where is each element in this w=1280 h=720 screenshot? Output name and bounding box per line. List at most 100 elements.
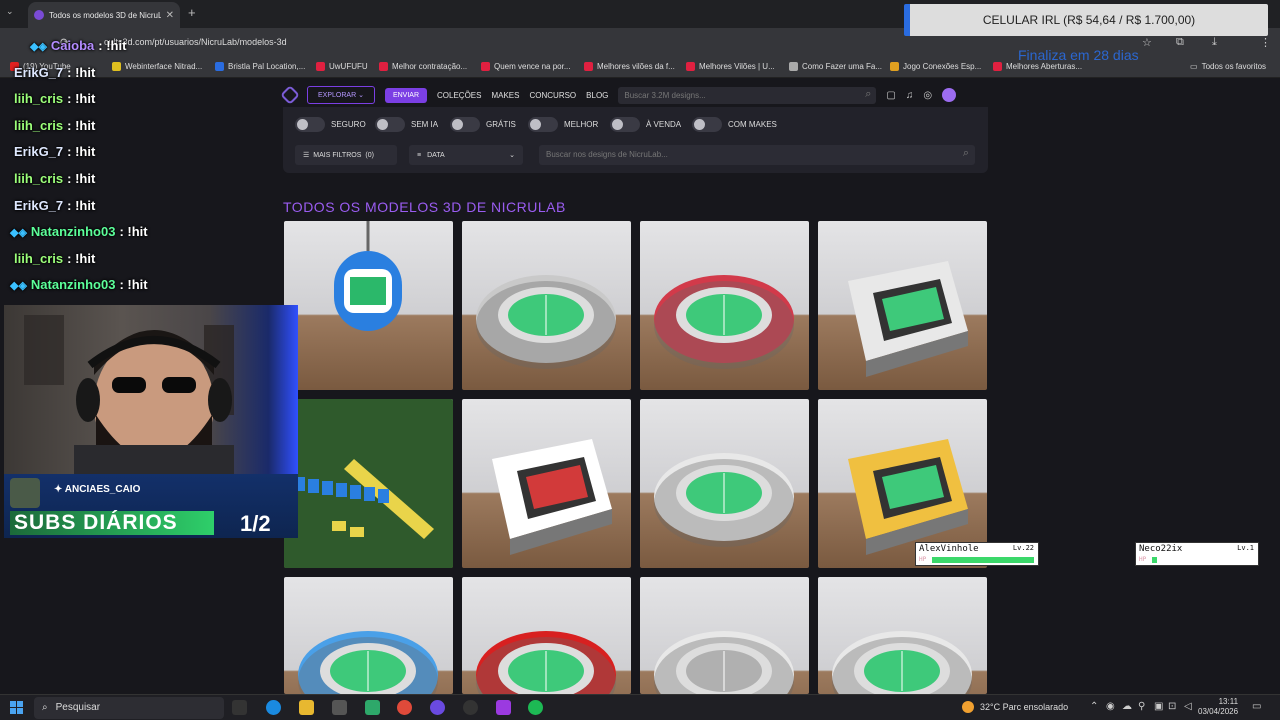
sort-select[interactable]: ≡ DATA ⌄: [409, 145, 523, 165]
model-thumbnail: [462, 221, 631, 390]
bookmark-item[interactable]: Quem vence na por...: [481, 62, 571, 71]
chat-text: : !hit: [98, 38, 127, 53]
notification-bell-icon[interactable]: ♫: [906, 90, 914, 101]
model-card[interactable]: [284, 399, 453, 568]
taskbar-search-input[interactable]: ⌕ Pesquisar: [34, 697, 224, 719]
obs-icon[interactable]: [430, 700, 445, 715]
sun-icon: [962, 701, 974, 713]
cart-icon[interactable]: ▢: [886, 90, 895, 101]
tray-app-icon[interactable]: ▣: [1154, 701, 1163, 712]
bookmark-item[interactable]: Melhor contratação...: [379, 62, 467, 71]
model-card[interactable]: [462, 577, 631, 694]
goal-deadline: Finaliza em 28 dias: [1018, 47, 1139, 63]
menu-icon[interactable]: ⋮: [1260, 36, 1271, 49]
bookmark-item[interactable]: Como Fazer uma Fa...: [789, 62, 882, 71]
tray-app-icon[interactable]: ☁: [1122, 701, 1132, 712]
toggle-switch[interactable]: [692, 117, 722, 132]
chat-text: : !hit: [67, 91, 96, 107]
nav-contest[interactable]: CONCURSO: [529, 91, 576, 100]
nav-makes[interactable]: MAKES: [491, 91, 519, 100]
model-card[interactable]: [640, 221, 809, 390]
volume-icon[interactable]: ◁: [1184, 701, 1192, 712]
chat-message: liih_cris: !hit: [14, 171, 95, 186]
bookmark-item[interactable]: Jogo Conexões Esp...: [890, 62, 981, 71]
filters-panel: SEGURO SEM IA GRÁTIS MELHOR À VENDA COM …: [283, 107, 988, 173]
chat-badge-icon: ◆◈: [10, 227, 27, 240]
windows-start-icon[interactable]: [10, 701, 23, 714]
model-thumbnail: [284, 221, 453, 390]
bookmark-item[interactable]: Melhores Aberturas...: [993, 62, 1082, 71]
explore-button[interactable]: EXPLORAR ⌄: [307, 86, 375, 104]
chat-message: ◆◈ Natanzinho03: !hit: [10, 224, 148, 239]
site-header: EXPLORAR ⌄ ENVIAR COLEÇÕES MAKES CONCURS…: [280, 83, 988, 107]
toggle-with-makes[interactable]: COM MAKES: [692, 117, 777, 132]
nav-blog[interactable]: BLOG: [586, 91, 608, 100]
model-thumbnail: [818, 577, 987, 694]
notification-icon[interactable]: ▭: [1252, 701, 1261, 712]
twitch-icon[interactable]: [496, 700, 511, 715]
model-card[interactable]: [462, 399, 631, 568]
model-card[interactable]: [640, 399, 809, 568]
chat-text: : !hit: [67, 171, 96, 186]
file-explorer-icon[interactable]: [299, 700, 314, 715]
bookmark-item[interactable]: UwUFUFU: [316, 62, 368, 71]
model-card[interactable]: [462, 221, 631, 390]
page-title: TODOS OS MODELOS 3D DE NICRULAB: [283, 199, 566, 215]
nav-collections[interactable]: COLEÇÕES: [437, 91, 481, 100]
new-tab-icon[interactable]: +: [188, 5, 196, 20]
model-thumbnail: [284, 577, 453, 694]
toggle-switch[interactable]: [610, 117, 640, 132]
site-favicon-icon: [34, 10, 44, 20]
model-card[interactable]: [284, 221, 453, 390]
bookmark-item[interactable]: Melhores vilões da f...: [584, 62, 675, 71]
webcam-feed: [4, 305, 298, 475]
model-card[interactable]: [818, 577, 987, 694]
download-icon[interactable]: ⤓: [1212, 36, 1217, 49]
spotify-icon[interactable]: [528, 700, 543, 715]
network-icon[interactable]: ⊡: [1168, 701, 1176, 712]
toggle-safe[interactable]: SEGURO: [295, 117, 366, 132]
toggle-for-sale[interactable]: À VENDA: [610, 117, 681, 132]
toggle-best[interactable]: MELHOR: [528, 117, 598, 132]
browser-tab[interactable]: Todos os modelos 3D de NicruL ✕: [28, 2, 180, 28]
weather-widget[interactable]: 32°C Parc ensolarado: [962, 701, 1068, 713]
bookmark-star-icon[interactable]: ☆: [1142, 36, 1152, 49]
tab-title: Todos os modelos 3D de NicruL: [49, 10, 161, 20]
chevron-down-icon: ⌄: [509, 152, 515, 159]
all-favorites-folder[interactable]: ▭ Todos os favoritos: [1190, 62, 1266, 71]
designer-search-input[interactable]: Buscar nos designs de NicruLab...: [539, 145, 975, 165]
model-card[interactable]: [284, 577, 453, 694]
tray-app-icon[interactable]: ◉: [1106, 701, 1115, 712]
hp-bar: [1152, 557, 1157, 563]
toggle-switch[interactable]: [375, 117, 405, 132]
language-globe-icon[interactable]: ◎: [923, 90, 932, 101]
tray-chevron-icon[interactable]: ⌃: [1090, 701, 1098, 712]
app-icon[interactable]: [463, 700, 478, 715]
site-search-input[interactable]: Buscar 3.2M designs...: [618, 86, 877, 104]
task-view-icon[interactable]: [232, 700, 247, 715]
extensions-icon[interactable]: ⧉: [1176, 36, 1184, 49]
chat-badge-icon: ◆◈: [30, 41, 47, 53]
chat-message: ◆◈ Caioba: !hit: [30, 38, 126, 53]
system-clock[interactable]: 13:11 03/04/2026: [1198, 697, 1238, 717]
chat-username: Caioba: [50, 38, 95, 53]
edge-icon[interactable]: [266, 700, 281, 715]
microphone-icon[interactable]: ⚲: [1138, 701, 1145, 712]
user-avatar[interactable]: [942, 88, 957, 102]
chrome-icon[interactable]: [397, 700, 412, 715]
app-icon[interactable]: [365, 700, 380, 715]
close-tab-icon[interactable]: ✕: [166, 10, 174, 21]
hp-bar: [932, 557, 1034, 563]
toggle-switch[interactable]: [528, 117, 558, 132]
toggle-free[interactable]: GRÁTIS: [450, 117, 516, 132]
toggle-switch[interactable]: [450, 117, 480, 132]
model-card[interactable]: [818, 221, 987, 390]
tab-search-icon[interactable]: ⌄: [6, 6, 14, 17]
chat-username: ErikG_7: [14, 197, 64, 213]
send-button[interactable]: ENVIAR: [384, 87, 427, 103]
store-icon[interactable]: [332, 700, 347, 715]
more-filters-button[interactable]: ☰ MAIS FILTROS (0): [295, 145, 397, 165]
model-card[interactable]: [640, 577, 809, 694]
toggle-no-ai[interactable]: SEM IA: [375, 117, 438, 132]
bookmark-item[interactable]: Melhores Vilões | U...: [686, 62, 775, 71]
